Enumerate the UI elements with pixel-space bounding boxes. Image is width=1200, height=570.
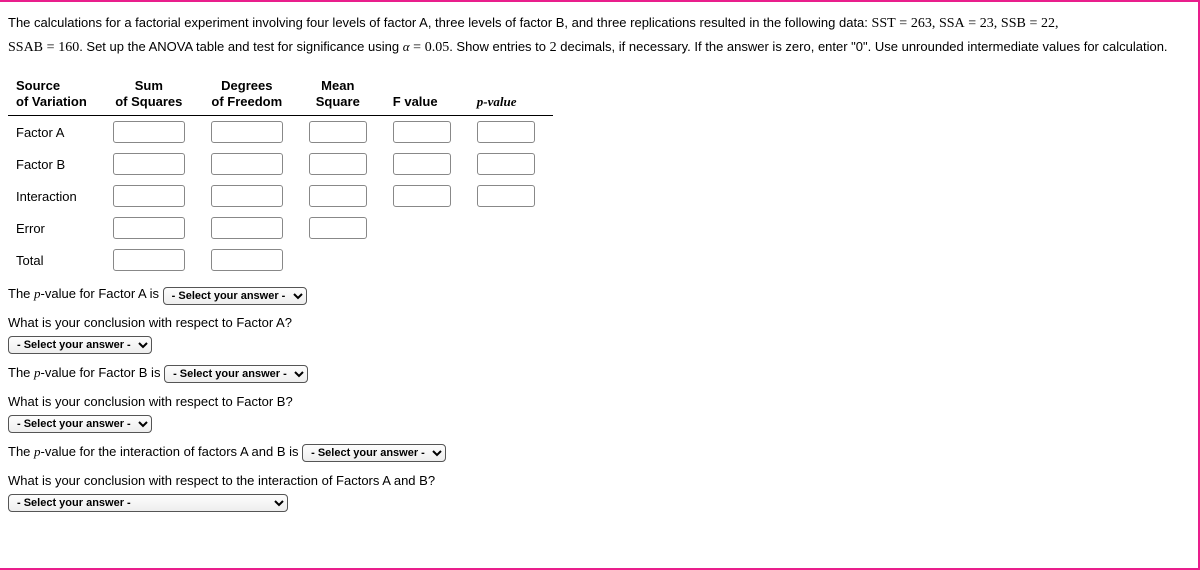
- select-pvalue-b[interactable]: - Select your answer -: [164, 365, 308, 383]
- ssb-label: SSB: [1001, 16, 1026, 31]
- header-ms: Mean Square: [301, 74, 385, 116]
- select-conclusion-a[interactable]: - Select your answer -: [8, 336, 152, 354]
- ssab-label: SSAB: [8, 40, 43, 55]
- input-interaction-df[interactable]: [211, 185, 283, 207]
- question-pvalue-a: The p-value for Factor A is - Select you…: [8, 284, 1186, 305]
- question-conclusion-a: What is your conclusion with respect to …: [8, 313, 1186, 355]
- header-p: p-value: [469, 74, 553, 116]
- input-factor-b-ms[interactable]: [309, 153, 367, 175]
- problem-container: The calculations for a factorial experim…: [0, 0, 1200, 570]
- question-pvalue-ab: The p-value for the interaction of facto…: [8, 442, 1186, 463]
- select-conclusion-b[interactable]: - Select your answer -: [8, 415, 152, 433]
- input-factor-a-ms[interactable]: [309, 121, 367, 143]
- input-factor-b-p[interactable]: [477, 153, 535, 175]
- input-interaction-ms[interactable]: [309, 185, 367, 207]
- input-error-df[interactable]: [211, 217, 283, 239]
- problem-statement: The calculations for a factorial experim…: [8, 12, 1186, 60]
- input-factor-b-ss[interactable]: [113, 153, 185, 175]
- question-pvalue-b: The p-value for Factor B is - Select you…: [8, 363, 1186, 384]
- select-pvalue-a[interactable]: - Select your answer -: [163, 287, 307, 305]
- input-total-df[interactable]: [211, 249, 283, 271]
- row-error: Error: [8, 212, 553, 244]
- eq: =: [899, 16, 907, 31]
- input-error-ms[interactable]: [309, 217, 367, 239]
- header-f: F value: [385, 74, 469, 116]
- ssa-value: 23: [980, 16, 994, 31]
- input-factor-a-f[interactable]: [393, 121, 451, 143]
- label-interaction: Interaction: [8, 180, 105, 212]
- label-error: Error: [8, 212, 105, 244]
- row-factor-a: Factor A: [8, 116, 553, 149]
- input-factor-a-p[interactable]: [477, 121, 535, 143]
- input-factor-a-df[interactable]: [211, 121, 283, 143]
- label-total: Total: [8, 244, 105, 276]
- input-interaction-p[interactable]: [477, 185, 535, 207]
- question-conclusion-ab: What is your conclusion with respect to …: [8, 471, 1186, 513]
- input-factor-b-f[interactable]: [393, 153, 451, 175]
- row-interaction: Interaction: [8, 180, 553, 212]
- ssa-label: SSA: [939, 16, 965, 31]
- input-error-ss[interactable]: [113, 217, 185, 239]
- ssb-value: 22: [1041, 16, 1055, 31]
- row-total: Total: [8, 244, 553, 276]
- select-conclusion-ab[interactable]: - Select your answer -: [8, 494, 288, 512]
- select-pvalue-ab[interactable]: - Select your answer -: [302, 444, 446, 462]
- question-conclusion-b: What is your conclusion with respect to …: [8, 392, 1186, 434]
- header-df: Degrees of Freedom: [203, 74, 301, 116]
- header-source: Source of Variation: [8, 74, 105, 116]
- input-factor-a-ss[interactable]: [113, 121, 185, 143]
- input-factor-b-df[interactable]: [211, 153, 283, 175]
- sst-label: SST: [872, 16, 896, 31]
- alpha-value: 0.05: [425, 40, 450, 55]
- label-factor-a: Factor A: [8, 116, 105, 149]
- input-total-ss[interactable]: [113, 249, 185, 271]
- header-ss: Sum of Squares: [105, 74, 203, 116]
- ssab-value: 160: [58, 40, 79, 55]
- input-interaction-ss[interactable]: [113, 185, 185, 207]
- input-interaction-f[interactable]: [393, 185, 451, 207]
- alpha-symbol: α: [403, 39, 410, 54]
- anova-table: Source of Variation Sum of Squares Degre…: [8, 74, 553, 277]
- row-factor-b: Factor B: [8, 148, 553, 180]
- sst-value: 263: [911, 16, 932, 31]
- label-factor-b: Factor B: [8, 148, 105, 180]
- problem-text-1: The calculations for a factorial experim…: [8, 15, 868, 30]
